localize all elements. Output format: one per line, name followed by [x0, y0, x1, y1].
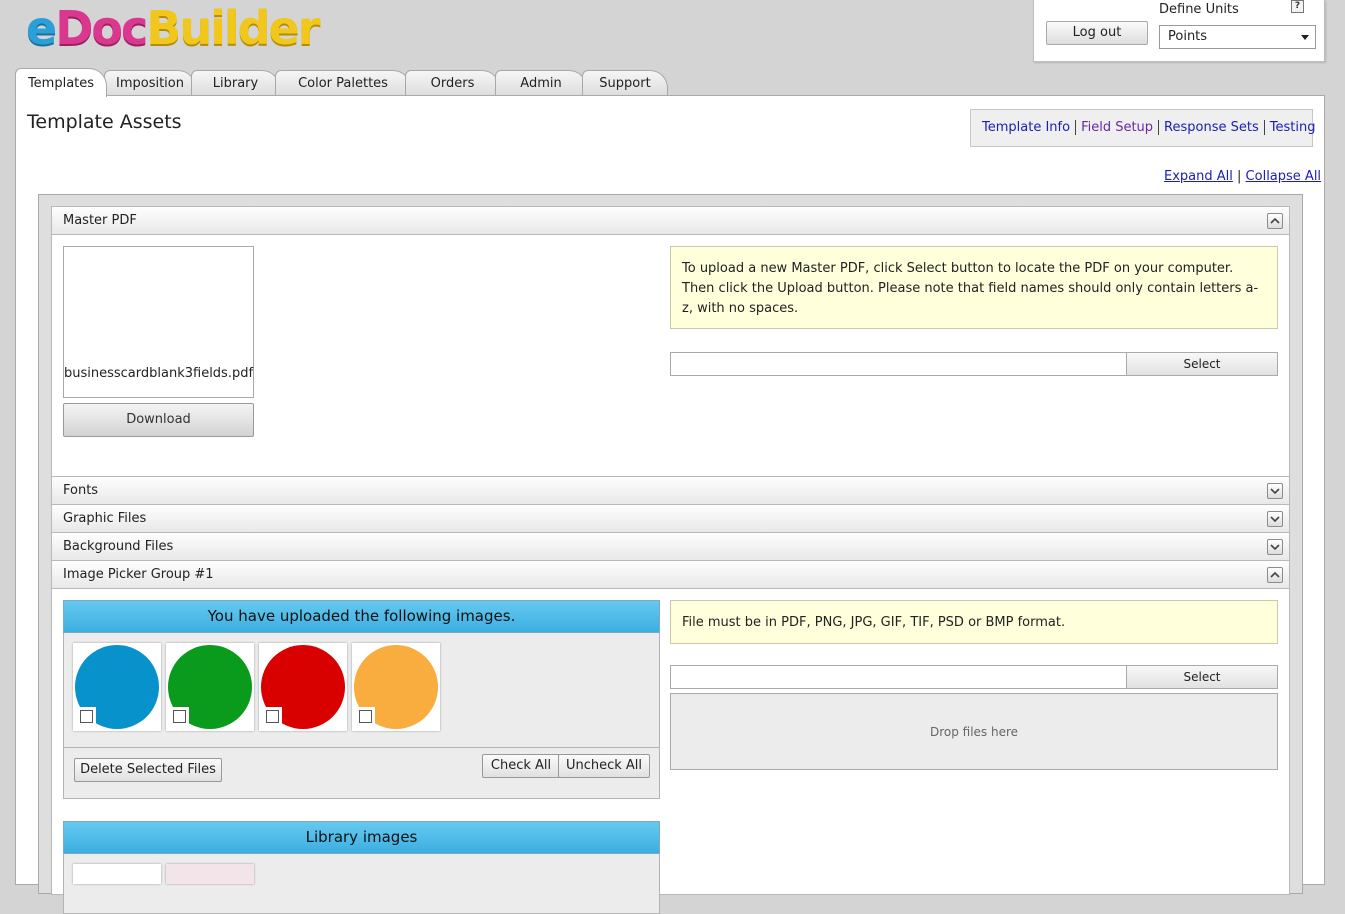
- tab-templates[interactable]: Templates: [15, 68, 107, 97]
- tab-admin[interactable]: Admin: [495, 70, 587, 96]
- help-icon[interactable]: ?: [1291, 0, 1304, 13]
- section-image-picker-label: Image Picker Group #1: [63, 567, 214, 582]
- edocbuilder-logo: eDocBuilder: [26, 1, 320, 55]
- image-checkbox[interactable]: [356, 707, 375, 726]
- expand-collapse-links: Expand All | Collapse All: [1164, 169, 1321, 184]
- section-master-pdf-label: Master PDF: [63, 213, 137, 228]
- expand-section-icon[interactable]: [1267, 539, 1283, 555]
- image-upload-row: Select: [670, 665, 1278, 689]
- image-select-button[interactable]: Select: [1126, 665, 1278, 689]
- image-thumb[interactable]: [166, 643, 254, 731]
- drop-zone[interactable]: Drop files here: [670, 693, 1278, 770]
- template-subnav: Template Info Field Setup Response Sets Tes…: [970, 109, 1315, 147]
- download-button[interactable]: Download: [63, 403, 254, 437]
- logout-button[interactable]: Log out: [1046, 21, 1148, 45]
- section-background-files-label: Background Files: [63, 539, 174, 554]
- section-fonts-label: Fonts: [63, 483, 99, 498]
- section-image-picker[interactable]: Image Picker Group #1: [51, 560, 1290, 589]
- pdf-upload-row: Select: [670, 352, 1278, 376]
- pdf-thumbnail: businesscardblank3fields.pdf: [63, 246, 254, 398]
- tab-color-palettes[interactable]: Color Palettes: [275, 70, 411, 96]
- master-pdf-body: businesscardblank3fields.pdf Download To…: [51, 235, 1290, 477]
- image-checkbox[interactable]: [170, 707, 189, 726]
- define-units-label: Define Units: [1159, 2, 1239, 17]
- uploaded-images-header: You have uploaded the following images.: [63, 600, 660, 633]
- logo-part-doc: Doc: [55, 1, 148, 55]
- expand-all-link[interactable]: Expand All: [1164, 169, 1233, 184]
- image-checkbox[interactable]: [77, 707, 96, 726]
- uncheck-all-button[interactable]: Uncheck All: [558, 754, 650, 778]
- logo-part-builder: Builder: [146, 1, 320, 55]
- expand-section-icon[interactable]: [1267, 483, 1283, 499]
- section-graphic-files-label: Graphic Files: [63, 511, 147, 526]
- section-background-files[interactable]: Background Files: [51, 532, 1290, 561]
- image-thumb[interactable]: [352, 643, 440, 731]
- image-thumb[interactable]: [73, 643, 161, 731]
- collapse-all-link[interactable]: Collapse All: [1246, 169, 1322, 184]
- library-image-thumb[interactable]: [166, 864, 254, 884]
- units-select[interactable]: Points: [1159, 25, 1316, 49]
- subnav-template-info[interactable]: Template Info: [977, 120, 1077, 135]
- tab-support[interactable]: Support: [582, 70, 668, 96]
- section-master-pdf[interactable]: Master PDF: [51, 206, 1290, 235]
- subnav-response-sets[interactable]: Response Sets: [1159, 120, 1265, 135]
- upload-notice: To upload a new Master PDF, click Select…: [670, 246, 1278, 329]
- drop-zone-label: Drop files here: [929, 725, 1019, 739]
- user-box: Log out Define Units ? Points: [1033, 0, 1325, 62]
- uploaded-images-area: Delete Selected Files Check All Uncheck …: [63, 633, 660, 799]
- tab-imposition[interactable]: Imposition: [104, 70, 196, 96]
- library-images-area: [63, 854, 660, 914]
- page-title: Template Assets: [27, 111, 182, 133]
- pdf-file-input[interactable]: [670, 352, 1127, 376]
- divider: [64, 747, 659, 748]
- image-file-input[interactable]: [670, 665, 1127, 689]
- library-image-thumb[interactable]: [73, 864, 161, 884]
- assets-frame: Master PDF businesscardblank3fields.pdf …: [38, 194, 1303, 914]
- link-separator: |: [1237, 169, 1242, 184]
- tab-library[interactable]: Library: [191, 70, 280, 96]
- collapse-section-icon[interactable]: [1267, 567, 1283, 583]
- units-select-value: Points: [1168, 29, 1208, 44]
- format-notice: File must be in PDF, PNG, JPG, GIF, TIF,…: [670, 600, 1278, 644]
- section-fonts[interactable]: Fonts: [51, 476, 1290, 505]
- logo-part-e: e: [26, 1, 57, 55]
- image-picker-body: You have uploaded the following images.: [51, 589, 1290, 914]
- subnav-testing[interactable]: Testing: [1265, 120, 1321, 135]
- pdf-file-name: businesscardblank3fields.pdf: [64, 366, 254, 381]
- section-graphic-files[interactable]: Graphic Files: [51, 504, 1290, 533]
- image-thumb[interactable]: [259, 643, 347, 731]
- library-images-header: Library images: [63, 821, 660, 854]
- collapse-section-icon[interactable]: [1267, 213, 1283, 229]
- delete-selected-button[interactable]: Delete Selected Files: [74, 758, 222, 782]
- expand-section-icon[interactable]: [1267, 511, 1283, 527]
- image-checkbox[interactable]: [263, 707, 282, 726]
- tab-orders[interactable]: Orders: [405, 70, 500, 96]
- subnav-field-setup[interactable]: Field Setup: [1076, 120, 1160, 135]
- chevron-down-icon: [1301, 35, 1309, 40]
- main-panel: Template Assets Template Info Field Setup…: [15, 95, 1325, 914]
- check-all-button[interactable]: Check All: [482, 754, 560, 778]
- pdf-select-button[interactable]: Select: [1126, 352, 1278, 376]
